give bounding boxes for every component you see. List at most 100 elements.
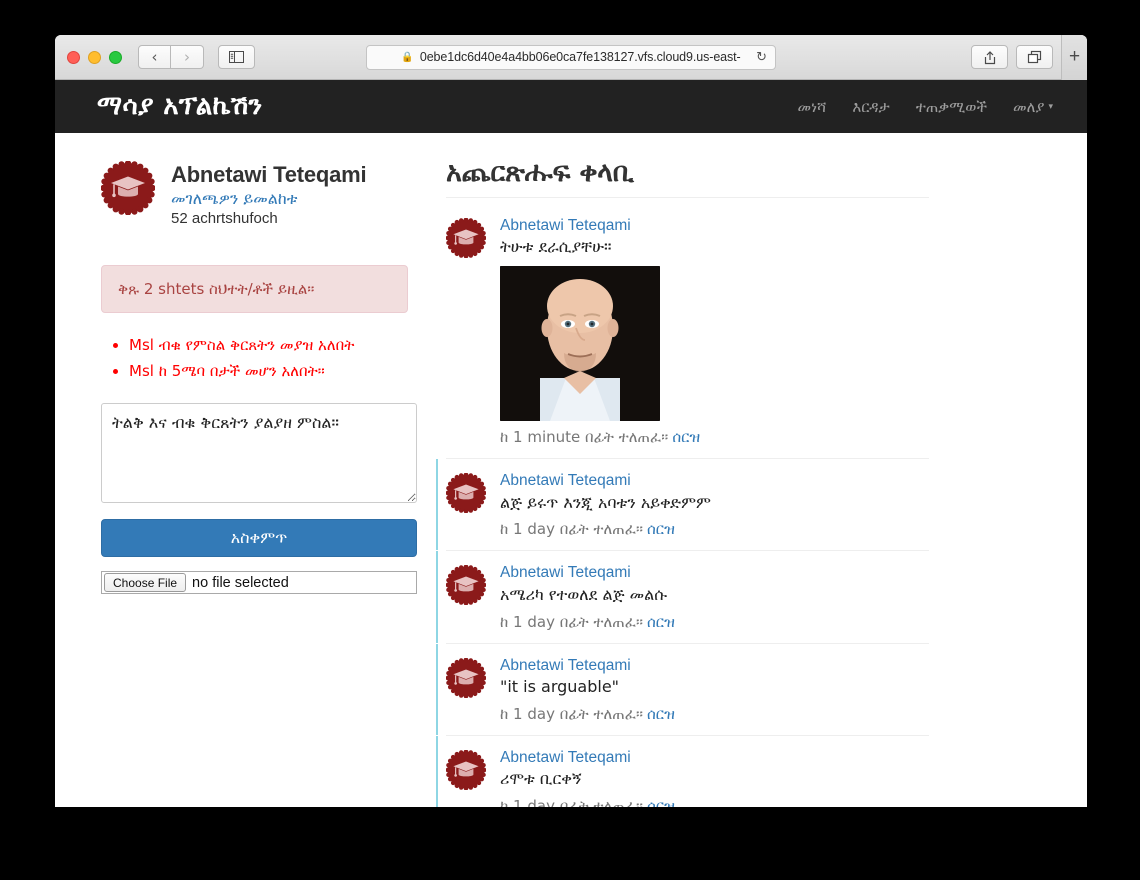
- post-text: ሪሞቱ ቢርቀኝ: [500, 769, 582, 789]
- user-name: Abnetawi Teteqami: [171, 162, 367, 187]
- post-text: ልጅ ይሩጥ እንጂ አባቱን አይቀድምም: [500, 492, 711, 512]
- validation-error-item: Msl ከ 5ሜባ በታች መሆን አለበት።: [129, 361, 408, 381]
- sidebar-column: Abnetawi Teteqami መገለጫዎን ይመልከቱ 52 achrts…: [101, 157, 424, 807]
- graduation-cap-badge-avatar[interactable]: [445, 656, 487, 699]
- post-author-link[interactable]: Abnetawi Teteqami: [500, 563, 929, 582]
- post-body: Abnetawi Teteqami ትሁቱ ደራሲያቸሁ። ከ 1 minute…: [500, 216, 929, 446]
- post-avatar-wrap: [445, 216, 487, 446]
- post-feed: Abnetawi Teteqami ትሁቱ ደራሲያቸሁ። ከ 1 minute…: [436, 210, 929, 807]
- web-page: ማሳያ አፕልኬሽን መነሻ እርዳታ ተጠቃሚወች መለያ ▾ Abnetaw…: [55, 80, 1087, 807]
- close-window-button[interactable]: [67, 50, 80, 64]
- lock-icon: 🔒: [401, 51, 414, 63]
- navbar-links: መነሻ እርዳታ ተጠቃሚወች መለያ ▾: [798, 98, 1053, 116]
- post-time-text: ከ 1 day በፊት ተለጠፈ።: [500, 704, 643, 723]
- title-divider: [446, 197, 929, 198]
- nav-link-home[interactable]: መነሻ: [798, 98, 827, 116]
- nav-link-help[interactable]: እርዳታ: [852, 98, 889, 116]
- page-container: Abnetawi Teteqami መገለጫዎን ይመልከቱ 52 achrts…: [55, 133, 1087, 807]
- reload-icon[interactable]: ↻: [756, 49, 767, 65]
- feed-column: አጨርጽሑፍ ቀላቢ Abnetawi Teteqami ትሁቱ ደራሲያቸሁ።…: [424, 157, 1057, 807]
- post-timestamp: ከ 1 day በፊት ተለጠፈ። ሰርዝ: [500, 797, 929, 807]
- graduation-cap-badge-avatar[interactable]: [445, 472, 487, 514]
- feed-title: አጨርጽሑፍ ቀላቢ: [446, 157, 634, 188]
- delete-post-link[interactable]: ሰርዝ: [647, 705, 675, 723]
- post-timestamp: ከ 1 day በፊት ተለጠፈ። ሰርዝ: [500, 520, 929, 538]
- site-brand[interactable]: ማሳያ አፕልኬሽን: [97, 91, 262, 122]
- show-tabs-button[interactable]: [1016, 45, 1053, 69]
- post-avatar-wrap: [445, 563, 487, 630]
- sidebar-toggle-button[interactable]: [218, 45, 255, 69]
- post-content-textarea[interactable]: [101, 403, 417, 504]
- window-controls[interactable]: [67, 50, 122, 64]
- post-avatar-wrap: [445, 656, 487, 723]
- post-author-link[interactable]: Abnetawi Teteqami: [500, 216, 929, 235]
- feed-post: Abnetawi Teteqami ሪሞቱ ቢርቀኝ ከ 1 day በፊት ተ…: [436, 734, 929, 807]
- address-bar-container: 🔒 0ebe1dc6d40e4a4bb06e0ca7fe138127.vfs.c…: [55, 44, 1087, 70]
- post-text: "it is arguable": [500, 676, 620, 696]
- maximize-window-button[interactable]: [109, 50, 122, 64]
- url-text: 0ebe1dc6d40e4a4bb06e0ca7fe138127.vfs.clo…: [419, 50, 741, 64]
- feed-post: Abnetawi Teteqami "it is arguable" ከ 1 d…: [436, 642, 929, 735]
- post-author-link[interactable]: Abnetawi Teteqami: [500, 748, 929, 767]
- forward-button[interactable]: ›: [171, 45, 204, 69]
- view-profile-link[interactable]: መገለጫዎን ይመልከቱ: [171, 189, 366, 209]
- nav-link-users[interactable]: ተጠቃሚወች: [916, 98, 987, 116]
- post-avatar-wrap: [445, 471, 487, 538]
- navigation-buttons: ‹ ›: [138, 45, 204, 69]
- user-profile-block: Abnetawi Teteqami መገለጫዎን ይመልከቱ 52 achrts…: [101, 161, 408, 227]
- post-body: Abnetawi Teteqami ልጅ ይሩጥ እንጂ አባቱን አይቀድምም…: [500, 471, 929, 538]
- back-button[interactable]: ‹: [138, 45, 171, 69]
- post-author-link[interactable]: Abnetawi Teteqami: [500, 471, 929, 490]
- choose-file-button[interactable]: Choose File: [104, 573, 187, 593]
- post-author-link[interactable]: Abnetawi Teteqami: [500, 656, 929, 675]
- post-image: [500, 266, 660, 422]
- share-button[interactable]: [971, 45, 1008, 69]
- minimize-window-button[interactable]: [88, 50, 101, 64]
- new-tab-button[interactable]: +: [1061, 35, 1087, 80]
- validation-error-item: Msl ብቁ የምስል ቅርጸትን መያዝ አለበት: [129, 335, 408, 355]
- address-bar[interactable]: 🔒 0ebe1dc6d40e4a4bb06e0ca7fe138127.vfs.c…: [366, 44, 776, 70]
- chevron-right-icon: ›: [184, 47, 190, 66]
- site-navbar: ማሳያ አፕልኬሽን መነሻ እርዳታ ተጠቃሚወች መለያ ▾: [55, 80, 1087, 133]
- nav-link-account-label: መለያ: [1013, 97, 1045, 116]
- show-tabs-icon: [1027, 50, 1042, 64]
- graduation-cap-badge-avatar[interactable]: [101, 161, 155, 215]
- post-text: አሜሪካ የተወለደ ልጅ መልሱ: [500, 584, 668, 604]
- delete-post-link[interactable]: ሰርዝ: [647, 520, 675, 538]
- post-body: Abnetawi Teteqami አሜሪካ የተወለደ ልጅ መልሱ ከ 1 …: [500, 563, 929, 630]
- graduation-cap-badge-avatar[interactable]: [445, 749, 487, 791]
- post-time-text: ከ 1 day በፊት ተለጠፈ።: [500, 612, 643, 631]
- screenshot-root: ‹ › 🔒 0ebe1dc6d40e4a4bb06e0ca7fe138127.v…: [0, 0, 1140, 880]
- share-icon: [984, 50, 995, 64]
- graduation-cap-badge-avatar[interactable]: [445, 564, 487, 606]
- submit-post-button[interactable]: አስቀምጥ: [101, 519, 417, 558]
- feed-post: Abnetawi Teteqami ልጅ ይሩጥ እንጂ አባቱን አይቀድምም…: [436, 458, 929, 551]
- post-time-text: ከ 1 day በፊት ተለጠፈ።: [500, 520, 643, 539]
- selected-file-name: no file selected: [192, 574, 289, 591]
- post-avatar-wrap: [445, 748, 487, 807]
- toolbar-right-actions: +: [971, 35, 1087, 80]
- form-error-alert: ቅጹ 2 shtets ስህተት/ቶች ይዚል።: [101, 264, 408, 313]
- browser-toolbar: ‹ › 🔒 0ebe1dc6d40e4a4bb06e0ca7fe138127.v…: [55, 35, 1087, 80]
- post-time-text: ከ 1 day በፊት ተለጠፈ።: [500, 796, 643, 807]
- chevron-down-icon: ▾: [1048, 102, 1053, 112]
- post-body: Abnetawi Teteqami "it is arguable" ከ 1 d…: [500, 656, 929, 723]
- post-timestamp: ከ 1 minute በፊት ተለጠፈ። ሰርዝ: [500, 428, 929, 446]
- portrait-photo: [500, 266, 660, 422]
- validation-error-list: Msl ብቁ የምስል ቅርጸትን መያዝ አለበት Msl ከ 5ሜባ በታች…: [101, 335, 408, 382]
- nav-link-account[interactable]: መለያ ▾: [1013, 98, 1053, 116]
- post-body: Abnetawi Teteqami ሪሞቱ ቢርቀኝ ከ 1 day በፊት ተ…: [500, 748, 929, 807]
- post-time-text: ከ 1 minute በፊት ተለጠፈ።: [500, 428, 669, 447]
- post-timestamp: ከ 1 day በፊት ተለጠፈ። ሰርዝ: [500, 613, 929, 631]
- delete-post-link[interactable]: ሰርዝ: [647, 613, 675, 631]
- chevron-left-icon: ‹: [151, 47, 158, 66]
- sidebar-toggle-icon: [229, 51, 244, 63]
- browser-window: ‹ › 🔒 0ebe1dc6d40e4a4bb06e0ca7fe138127.v…: [55, 35, 1087, 807]
- graduation-cap-badge-avatar[interactable]: [445, 217, 487, 259]
- delete-post-link[interactable]: ሰርዝ: [647, 797, 675, 807]
- post-text: ትሁቱ ደራሲያቸሁ።: [500, 237, 612, 257]
- feed-post: Abnetawi Teteqami አሜሪካ የተወለደ ልጅ መልሱ ከ 1 …: [436, 550, 929, 643]
- user-post-count: 52 achrtshufoch: [171, 209, 278, 227]
- file-upload-input[interactable]: Choose File no file selected: [101, 571, 417, 595]
- delete-post-link[interactable]: ሰርዝ: [672, 428, 700, 446]
